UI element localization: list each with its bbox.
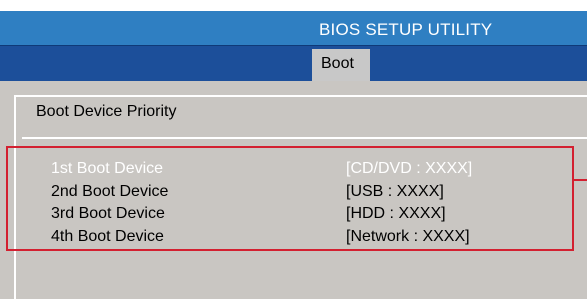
boot-device-value: [Network : XXXX]	[346, 228, 470, 245]
boot-device-row-1[interactable]: 1st Boot Device [CD/DVD : XXXX]	[51, 160, 581, 180]
boot-device-label: 1st Boot Device	[51, 160, 164, 177]
tab-bar: Boot	[0, 45, 587, 82]
boot-device-value: [USB : XXXX]	[346, 183, 444, 200]
boot-device-value: [HDD : XXXX]	[346, 205, 446, 222]
boot-device-label: 3rd Boot Device	[51, 205, 165, 222]
section-divider	[22, 137, 587, 139]
boot-device-label: 4th Boot Device	[51, 228, 164, 245]
boot-device-label: 2nd Boot Device	[51, 183, 169, 200]
boot-device-row-2[interactable]: 2nd Boot Device [USB : XXXX]	[51, 183, 581, 203]
boot-panel: Boot Device Priority 1st Boot Device [CD…	[0, 81, 587, 299]
boot-device-row-4[interactable]: 4th Boot Device [Network : XXXX]	[51, 228, 581, 248]
boot-device-value: [CD/DVD : XXXX]	[346, 160, 473, 177]
title-bar: BIOS SETUP UTILITY	[0, 11, 587, 45]
boot-device-row-3[interactable]: 3rd Boot Device [HDD : XXXX]	[51, 205, 581, 225]
tab-boot[interactable]: Boot	[312, 49, 370, 82]
bios-title: BIOS SETUP UTILITY	[319, 20, 493, 39]
section-title: Boot Device Priority	[36, 103, 177, 120]
bios-setup-window: BIOS SETUP UTILITY Boot Boot Device Prio…	[0, 11, 587, 299]
